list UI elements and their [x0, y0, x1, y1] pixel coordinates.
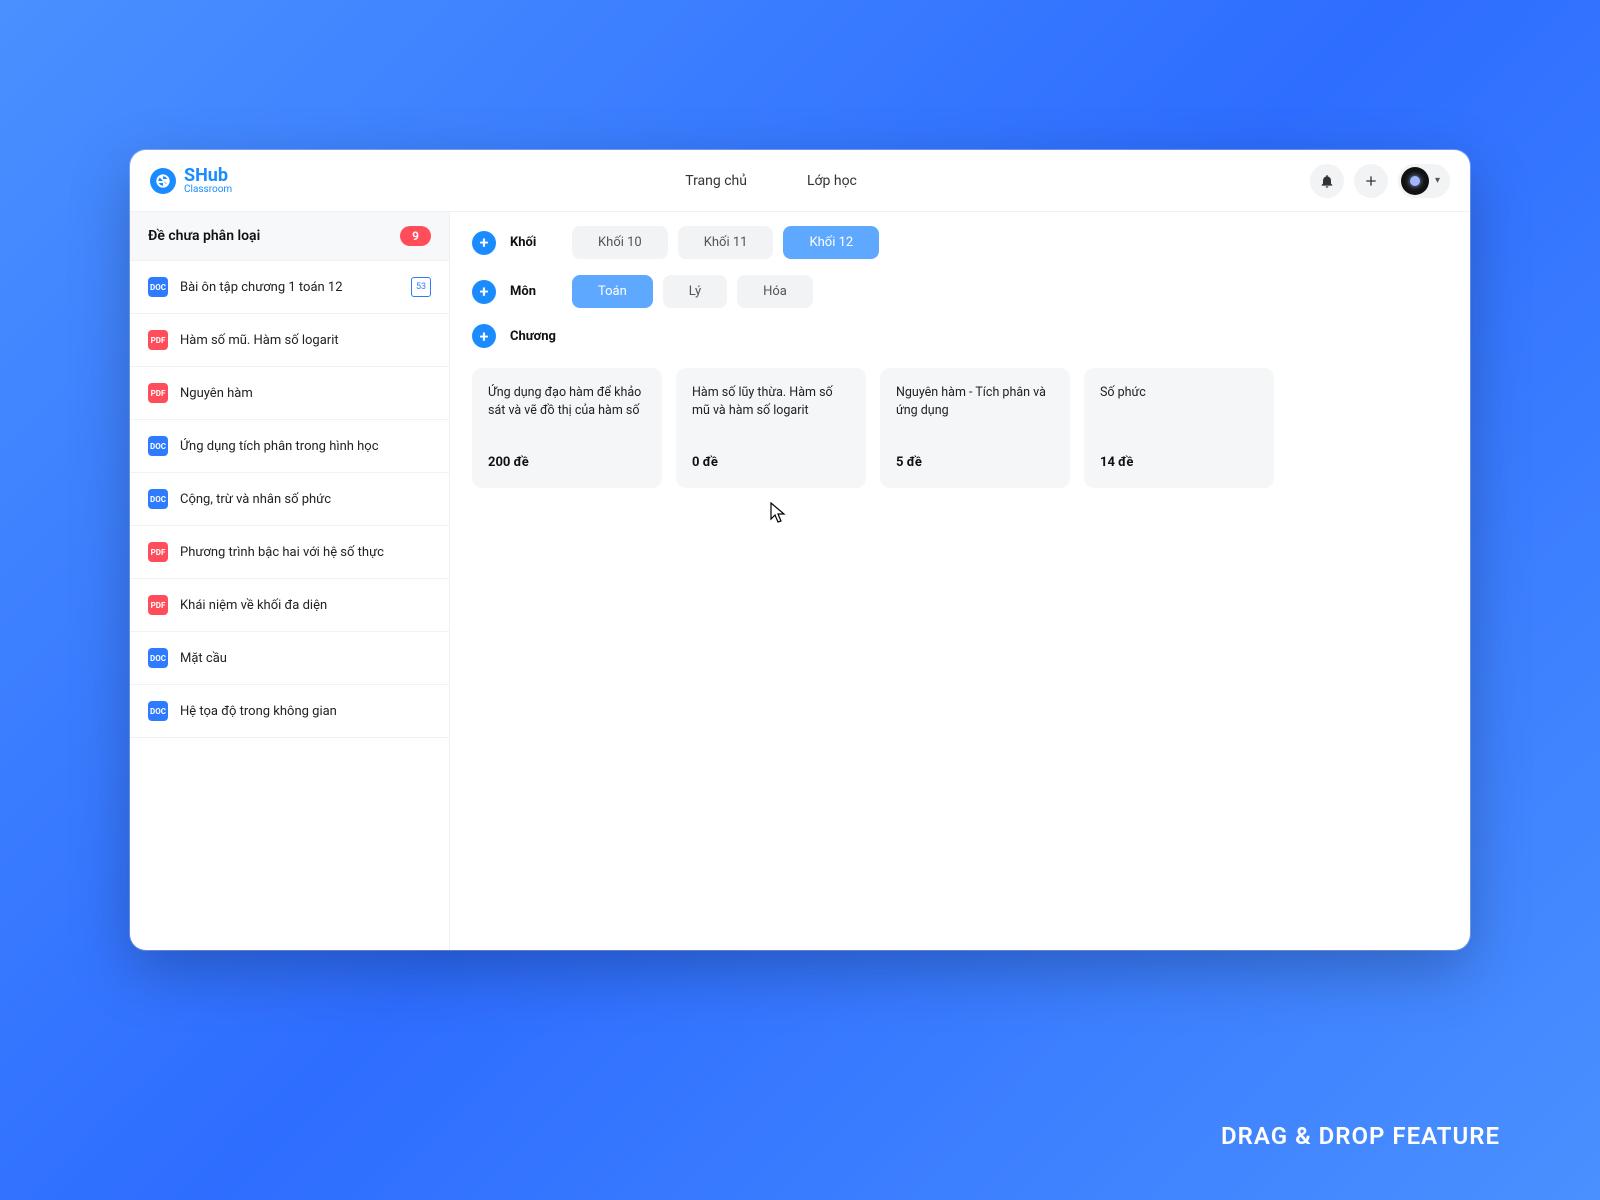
grade-chip[interactable]: Khối 12 — [783, 226, 879, 259]
pdf-file-icon: PDF — [148, 595, 168, 615]
sidebar-item-label: Mặt cầu — [180, 651, 227, 666]
caret-down-icon: ▾ — [1435, 175, 1440, 186]
chapter-card-title: Nguyên hàm - Tích phân và ứng dụng — [896, 384, 1054, 419]
sidebar-item[interactable]: PDF Nguyên hàm — [130, 367, 449, 420]
sidebar-item-label: Ứng dụng tích phân trong hình học — [180, 439, 379, 454]
add-subject-button[interactable]: + — [472, 280, 496, 304]
header: SHub Classroom Trang chủ Lớp học ▾ — [130, 150, 1470, 212]
sidebar-item[interactable]: DOC Bài ôn tập chương 1 toán 12 53 — [130, 261, 449, 314]
main: + Khối Khối 10 Khối 11 Khối 12 + Môn Toán L… — [450, 212, 1470, 950]
sidebar-item-label: Khái niệm về khối đa diện — [180, 598, 327, 613]
chapter-card[interactable]: Nguyên hàm - Tích phân và ứng dụng 5 đề — [880, 368, 1070, 488]
filter-chapter-row: + Chương — [472, 324, 1448, 348]
chapter-card-title: Ứng dụng đạo hàm để khảo sát và vẽ đồ th… — [488, 384, 646, 419]
user-menu[interactable]: ▾ — [1398, 164, 1450, 198]
chapter-card-count: 14 đề — [1100, 455, 1258, 470]
chapter-card-count: 0 đề — [692, 455, 850, 470]
sidebar-item[interactable]: PDF Khái niệm về khối đa diện — [130, 579, 449, 632]
chapter-cards: Ứng dụng đạo hàm để khảo sát và vẽ đồ th… — [472, 368, 1448, 488]
doc-file-icon: DOC — [148, 489, 168, 509]
sidebar-item[interactable]: PDF Phương trình bậc hai với hệ số thực — [130, 526, 449, 579]
chapter-card-title: Hàm số lũy thừa. Hàm số mũ và hàm số log… — [692, 384, 850, 419]
sidebar-item-label: Phương trình bậc hai với hệ số thực — [180, 545, 384, 560]
chapter-card-count: 5 đề — [896, 455, 1054, 470]
chapter-card[interactable]: Ứng dụng đạo hàm để khảo sát và vẽ đồ th… — [472, 368, 662, 488]
sidebar-item-label: Hệ tọa độ trong không gian — [180, 704, 337, 719]
sidebar-item[interactable]: DOC Hệ tọa độ trong không gian — [130, 685, 449, 738]
doc-file-icon: DOC — [148, 648, 168, 668]
sidebar-item[interactable]: DOC Cộng, trừ và nhân số phức — [130, 473, 449, 526]
sidebar-item-label: Nguyên hàm — [180, 386, 253, 401]
logo[interactable]: SHub Classroom — [150, 167, 232, 195]
doc-file-icon: DOC — [148, 436, 168, 456]
footer-caption: DRAG & DROP FEATURE — [1221, 1122, 1500, 1150]
logo-icon — [150, 168, 176, 194]
sidebar-item[interactable]: DOC Mặt cầu — [130, 632, 449, 685]
add-grade-button[interactable]: + — [472, 231, 496, 255]
notifications-button[interactable] — [1310, 164, 1344, 198]
chapter-card[interactable]: Hàm số lũy thừa. Hàm số mũ và hàm số log… — [676, 368, 866, 488]
filter-chapter-label: Chương — [510, 329, 558, 344]
bell-icon — [1319, 173, 1335, 189]
item-count-badge: 53 — [411, 277, 431, 297]
nav: Trang chủ Lớp học — [232, 173, 1310, 189]
sidebar-uncategorized-badge: 9 — [400, 226, 431, 246]
header-actions: ▾ — [1310, 164, 1450, 198]
add-chapter-button[interactable]: + — [472, 324, 496, 348]
sidebar-uncategorized[interactable]: Đề chưa phân loại 9 — [130, 212, 449, 261]
pdf-file-icon: PDF — [148, 542, 168, 562]
pdf-file-icon: PDF — [148, 330, 168, 350]
grade-chip[interactable]: Khối 10 — [572, 226, 668, 259]
grade-chip[interactable]: Khối 11 — [678, 226, 774, 259]
body: Đề chưa phân loại 9 DOC Bài ôn tập chương… — [130, 212, 1470, 950]
sidebar-item-label: Bài ôn tập chương 1 toán 12 — [180, 280, 343, 295]
avatar — [1401, 167, 1429, 195]
doc-file-icon: DOC — [148, 277, 168, 297]
sidebar-list: DOC Bài ôn tập chương 1 toán 12 53 PDF Hàm s… — [130, 261, 449, 738]
sidebar-item-label: Hàm số mũ. Hàm số logarit — [180, 333, 339, 348]
sidebar-item-label: Cộng, trừ và nhân số phức — [180, 492, 331, 507]
pdf-file-icon: PDF — [148, 383, 168, 403]
brand-name: SHub — [184, 167, 232, 185]
subject-chip[interactable]: Hóa — [737, 275, 813, 308]
brand-subtitle: Classroom — [184, 185, 232, 195]
nav-home[interactable]: Trang chủ — [685, 173, 747, 189]
app-window: SHub Classroom Trang chủ Lớp học ▾ Đề ch… — [130, 150, 1470, 950]
chapter-card-title: Số phức — [1100, 384, 1258, 402]
chapter-card-count: 200 đề — [488, 455, 646, 470]
sidebar-item[interactable]: DOC Ứng dụng tích phân trong hình học — [130, 420, 449, 473]
sidebar-uncategorized-label: Đề chưa phân loại — [148, 228, 260, 244]
filter-grade-row: + Khối Khối 10 Khối 11 Khối 12 — [472, 226, 1448, 259]
sidebar: Đề chưa phân loại 9 DOC Bài ôn tập chương… — [130, 212, 450, 950]
cursor-icon — [770, 502, 786, 524]
nav-class[interactable]: Lớp học — [807, 173, 857, 189]
chapter-card[interactable]: Số phức 14 đề — [1084, 368, 1274, 488]
subject-chip[interactable]: Toán — [572, 275, 653, 308]
filter-subject-row: + Môn Toán Lý Hóa — [472, 275, 1448, 308]
filter-grade-label: Khối — [510, 235, 558, 250]
filter-subject-label: Môn — [510, 284, 558, 299]
sidebar-item[interactable]: PDF Hàm số mũ. Hàm số logarit — [130, 314, 449, 367]
doc-file-icon: DOC — [148, 701, 168, 721]
plus-icon — [1363, 173, 1379, 189]
add-button[interactable] — [1354, 164, 1388, 198]
subject-chip[interactable]: Lý — [663, 275, 727, 308]
